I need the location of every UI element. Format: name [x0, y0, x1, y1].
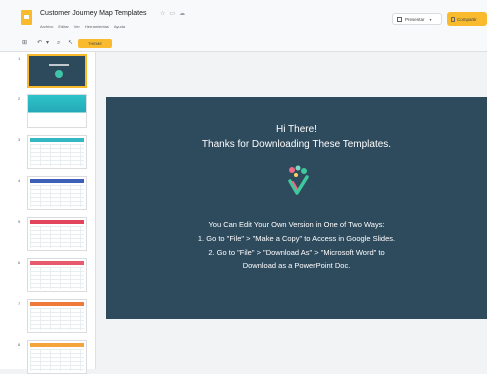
cloud-status-icon[interactable]: ☁: [179, 11, 185, 17]
chevron-down-icon[interactable]: ▾: [430, 17, 432, 22]
slide-number: 7: [18, 301, 21, 306]
slide-step-2: 2. Go to "File" > "Download As" > "Micro…: [208, 248, 385, 257]
menu-help[interactable]: Ayuda: [114, 24, 125, 29]
toolbar: ⊞ ↶ ▾ ⌕ ↖ THEME: [0, 36, 487, 52]
slide-number: 8: [18, 342, 21, 347]
slide-greeting: Hi There!: [276, 124, 317, 135]
slide-thanks: Thanks for Downloading These Templates.: [201, 139, 392, 150]
slide-filmstrip: 1 2 3 4 5 6 7 8: [0, 52, 96, 374]
menu-edit[interactable]: Editar: [58, 24, 68, 29]
move-folder-icon[interactable]: ▭: [169, 11, 175, 17]
share-label: Compartir: [457, 16, 477, 22]
slide-thumbnail-5[interactable]: [27, 217, 87, 251]
slide-thumbnail-4[interactable]: [27, 176, 87, 210]
slide-number: 2: [18, 96, 21, 101]
menu-file[interactable]: Archivo: [40, 24, 53, 29]
slide-thumbnail-1[interactable]: [27, 54, 87, 88]
slide-step-1: 1. Go to "File" > "Make a Copy" to Acces…: [197, 234, 396, 243]
checkmark-logo-icon: [288, 165, 309, 195]
current-slide[interactable]: Hi There! Thanks for Downloading These T…: [106, 97, 487, 319]
slides-logo-icon[interactable]: [21, 10, 32, 25]
menu-view[interactable]: Ver: [74, 24, 80, 29]
menu-tools[interactable]: Herramientas: [85, 24, 109, 29]
app-header: Customer Journey Map Templates ☆ ▭ ☁ Arc…: [0, 0, 487, 36]
slide-thumbnail-3[interactable]: [27, 135, 87, 169]
slide-intro: You Can Edit Your Own Version in One of …: [208, 220, 385, 229]
theme-button[interactable]: THEME: [78, 39, 112, 48]
document-title[interactable]: Customer Journey Map Templates: [40, 10, 146, 17]
add-slide-icon[interactable]: ⊞: [22, 40, 27, 47]
slide-thumbnail-7[interactable]: [27, 299, 87, 333]
select-icon[interactable]: ↖: [68, 40, 73, 47]
zoom-icon[interactable]: ⌕: [57, 40, 60, 47]
slide-number: 5: [18, 219, 21, 224]
slide-thumbnail-6[interactable]: [27, 258, 87, 292]
title-actions: ☆ ▭ ☁: [160, 11, 185, 17]
lock-icon: [451, 16, 455, 22]
undo-icon[interactable]: ↶: [37, 40, 42, 47]
present-button[interactable]: Presentar ▾: [392, 13, 442, 25]
slide-thumbnail-2[interactable]: [27, 94, 87, 128]
slide-number: 3: [18, 137, 21, 142]
share-button[interactable]: Compartir: [447, 12, 487, 26]
star-icon[interactable]: ☆: [160, 11, 165, 17]
present-icon: [397, 16, 402, 22]
slide-number: 1: [18, 56, 21, 61]
slide-step-2-cont: Download as a PowerPoint Doc.: [242, 261, 351, 270]
present-label: Presentar: [405, 16, 425, 22]
slide-number: 4: [18, 178, 21, 183]
menu-bar: Archivo Editar Ver Herramientas Ayuda: [40, 24, 125, 29]
slide-number: 6: [18, 260, 21, 265]
chevron-down-icon[interactable]: ▾: [46, 40, 49, 47]
